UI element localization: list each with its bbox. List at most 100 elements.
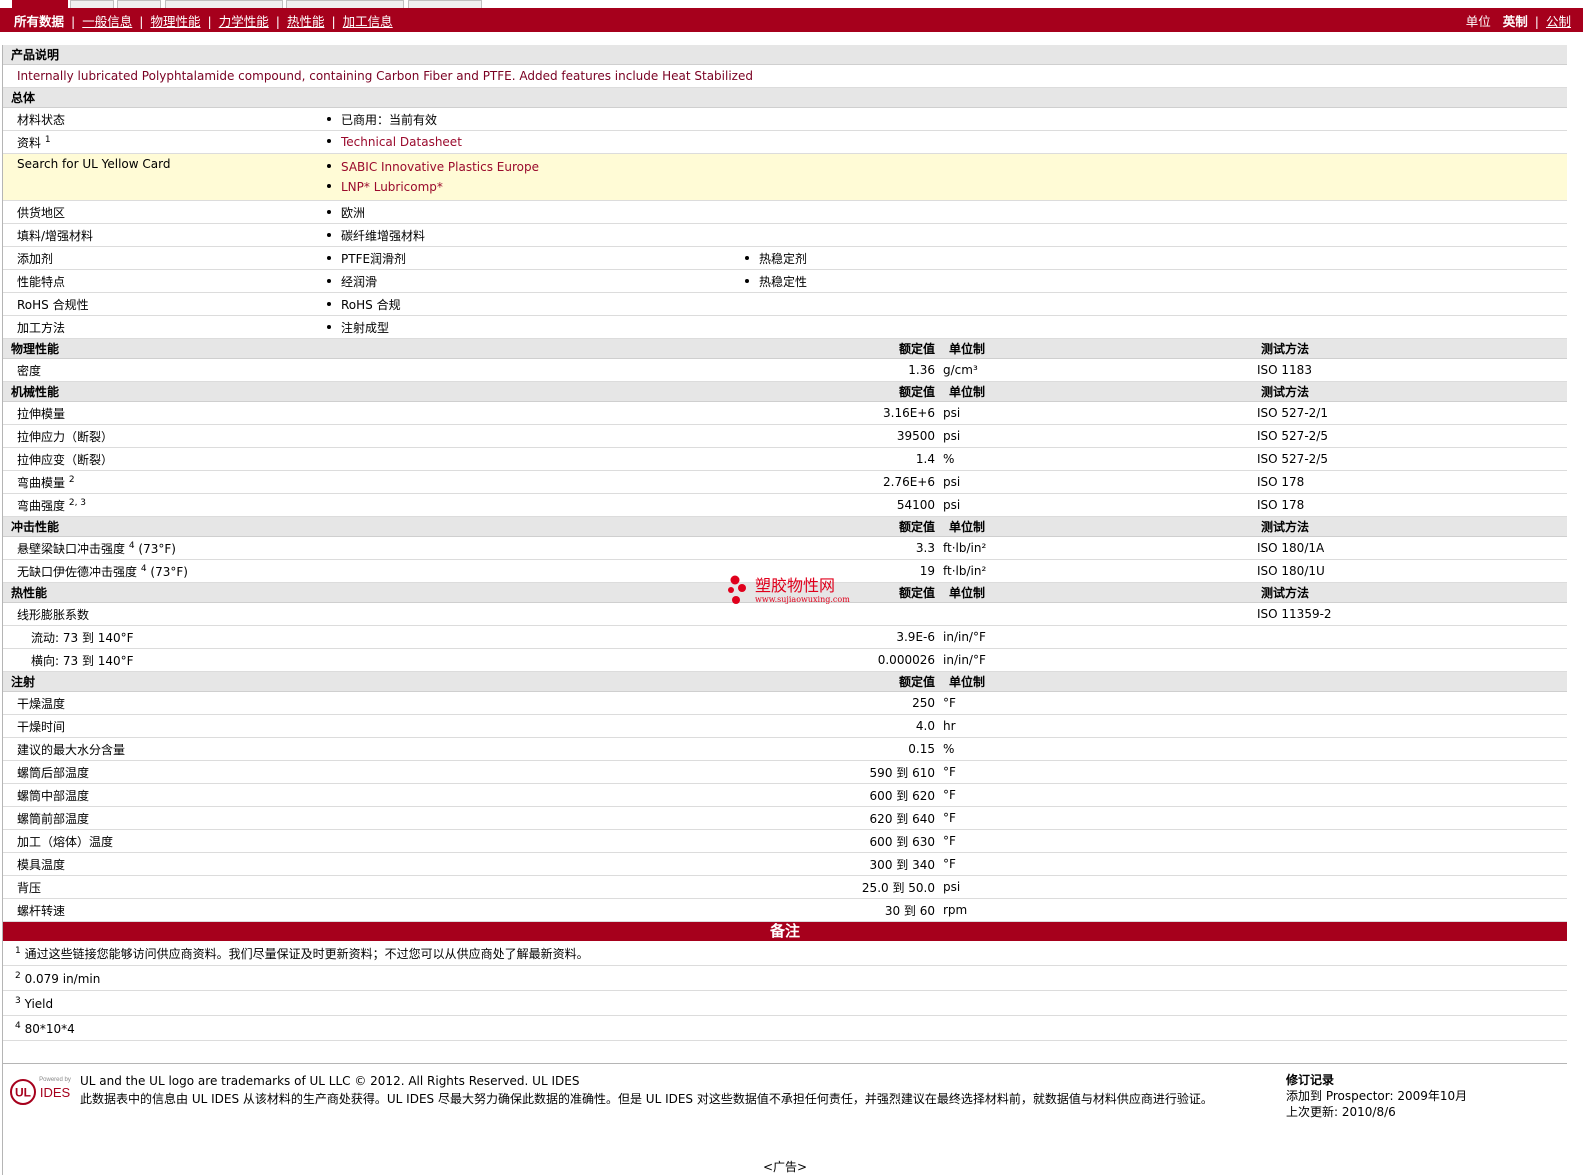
unit-metric[interactable]: 公制 [1546,14,1571,29]
row-condition: (73°F) [150,564,188,579]
supplier-link[interactable]: SABIC Innovative Plastics Europe [341,160,539,174]
row-value: 300 到 340 [737,852,941,876]
density-method: ISO 1183 [1253,358,1567,382]
ad-label: <广告> [762,1160,808,1174]
table-row: 拉伸模量 3.16E+6 psi ISO 527-2/1 [3,401,1567,425]
nav-general-info[interactable]: 一般信息 [82,14,132,29]
table-row: 螺筒后部温度 590 到 610 °F [3,760,1567,784]
bullet-icon [327,324,331,329]
tab[interactable] [165,0,283,8]
unit-english[interactable]: 英制 [1503,14,1528,29]
tab[interactable] [408,0,482,8]
row-value: 0.15 [737,737,941,761]
table-row: 弯曲强度 2, 3 54100 psi ISO 178 [3,493,1567,517]
nav-all-data[interactable]: 所有数据 [14,14,64,29]
nav-thermal[interactable]: 热性能 [287,14,325,29]
row-label: 拉伸应力（断裂） [3,424,737,448]
row-method: ISO 527-2/5 [1253,447,1567,471]
filler-label: 填料/增强材料 [3,223,319,247]
note-row: 2 0.079 in/min [3,965,1567,991]
table-row: 弯曲模量 2 2.76E+6 psi ISO 178 [3,470,1567,494]
revision-history: 修订记录 添加到 Prospector: 2009年10月 上次更新: 2010… [1286,1072,1467,1120]
col-unit: 单位制 [941,338,1253,359]
additive-label: 添加剂 [3,246,319,270]
tab[interactable] [286,0,404,8]
table-row: 背压 25.0 到 50.0 psi [3,875,1567,899]
table-row: 螺筒中部温度 600 到 620 °F [3,783,1567,807]
cte-flow-label: 流动: 73 到 140°F [3,625,737,649]
row-label: 螺筒前部温度 [3,806,737,830]
bullet-icon [327,255,331,260]
note-number: 2 [15,970,21,981]
table-row: 拉伸应变（断裂） 1.4 % ISO 527-2/5 [3,447,1567,471]
features-value-1: 经润滑 [341,274,378,289]
technical-datasheet-link[interactable]: Technical Datasheet [341,135,462,149]
row-label: 拉伸模量 [3,401,737,425]
nav-processing[interactable]: 加工信息 [343,14,393,29]
tab-active[interactable] [12,0,68,8]
process-label: 加工方法 [3,315,319,339]
row-unit: psi [941,401,1253,425]
col-method: 测试方法 [1253,338,1567,359]
table-row: 螺杆转速 30 到 60 rpm [3,898,1567,922]
bullet-icon [327,139,331,143]
table-row: 性能特点 经润滑 热稳定性 [3,269,1567,293]
bullet-icon [327,209,331,214]
row-value: 4.0 [737,714,941,738]
row-value: 3.16E+6 [737,401,941,425]
table-row: 添加剂 PTFE润滑剂 热稳定剂 [3,246,1567,270]
table-row: 干燥时间 4.0 hr [3,714,1567,738]
table-row: 拉伸应力（断裂） 39500 psi ISO 527-2/5 [3,424,1567,448]
row-unit: °F [941,829,1253,853]
row-method: ISO 180/1A [1253,536,1567,560]
logo-ides-text: IDES [40,1085,71,1100]
note-text: Yield [24,996,54,1011]
logo-ul-text: UL [15,1086,31,1100]
row-label: 螺筒中部温度 [3,783,737,807]
table-row: RoHS 合规性 RoHS 合规 [3,292,1567,316]
note-text: 通过这些链接您能够访问供应商资料。我们尽量保证及时更新资料；不过您可以从供应商处… [24,946,589,961]
table-row: 材料状态 已商用：当前有效 [3,107,1567,131]
table-row: 横向: 73 到 140°F 0.000026 in/in/°F [3,648,1567,672]
col-unit: 单位制 [941,381,1253,402]
note-text: 0.079 in/min [24,971,101,986]
row-unit: hr [941,714,1253,738]
density-value: 1.36 [737,358,941,382]
col-unit: 单位制 [941,582,1253,603]
table-row: 供货地区 欧洲 [3,200,1567,224]
note-row: 3 Yield [3,990,1567,1016]
additive-value-2: 热稳定剂 [759,251,808,266]
row-unit: °F [941,806,1253,830]
disclaimer-text: 此数据表中的信息由 UL IDES 从该材料的生产商处获得。UL IDES 尽最… [80,1092,1213,1106]
cte-flow-value: 3.9E-6 [737,625,941,649]
col-unit: 单位制 [941,671,1253,692]
note-number: 1 [15,945,21,956]
col-nominal: 额定值 [737,671,941,692]
thermal-heading: 热性能 [3,582,737,603]
bullet-icon [327,301,331,306]
logo-powered-text: Powered by [39,1077,71,1083]
rohs-value: RoHS 合规 [341,297,401,312]
product-family-link[interactable]: LNP* Lubricomp* [341,180,443,194]
table-row: 资料 1 Technical Datasheet [3,130,1567,154]
footnote-ref: 2 [68,474,75,485]
unit-switch: 单位 英制 | 公制 [1465,13,1571,29]
col-unit: 单位制 [941,516,1253,537]
row-unit: °F [941,691,1253,715]
tab[interactable] [117,0,161,8]
row-value: 1.4 [737,447,941,471]
general-heading: 总体 [3,87,1567,108]
row-value: 30 到 60 [737,898,941,922]
nav-physical[interactable]: 物理性能 [150,14,200,29]
table-row: 建议的最大水分含量 0.15% [3,737,1567,761]
cte-method: ISO 11359-2 [1253,602,1567,626]
tab[interactable] [70,0,114,8]
tab-strip [0,0,1583,8]
row-value: 3.3 [737,536,941,560]
row-value: 590 到 610 [737,760,941,784]
nav-mechanical[interactable]: 力学性能 [219,14,269,29]
row-unit: psi [941,424,1253,448]
additive-value-1: PTFE润滑剂 [341,251,407,266]
row-method: ISO 180/1U [1253,559,1567,583]
row-unit: psi [941,875,1253,899]
